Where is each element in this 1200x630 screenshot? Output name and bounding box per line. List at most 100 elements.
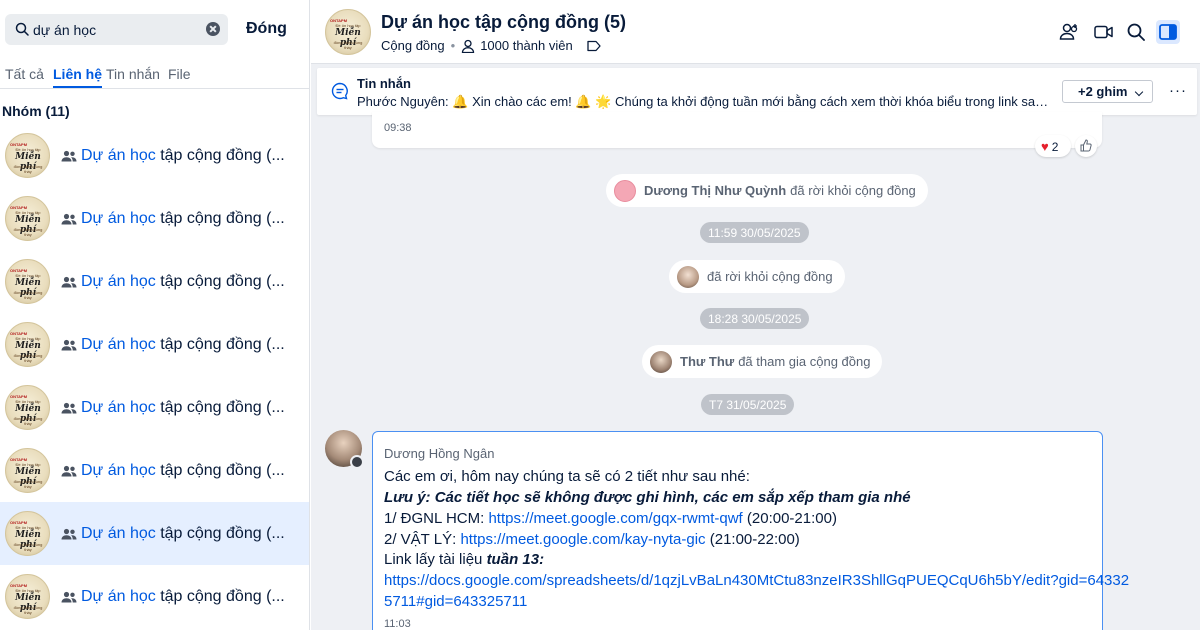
- group-result-item[interactable]: ONTAPM Đề ôn học tập Miễn phí đồng hành cùn…: [0, 502, 309, 565]
- meet-link[interactable]: https://meet.google.com/gqx-rwmt-qwf: [488, 510, 742, 527]
- message-line: 1/ ĐGNL HCM: https://meet.google.com/gqx…: [384, 510, 837, 527]
- avatar[interactable]: [650, 350, 672, 373]
- group-result-name: Dự án học tập cộng đồng (...: [81, 147, 285, 164]
- tab-files[interactable]: File: [168, 66, 191, 82]
- like-button[interactable]: [1075, 135, 1097, 157]
- group-result-item[interactable]: ONTAPM Đề ôn học tập Miễn phí đồng hành cùn…: [0, 376, 309, 439]
- group-avatar[interactable]: ONTAPM Đề ôn học tập Miễn phí đồng hành …: [325, 9, 371, 55]
- tab-messages[interactable]: Tin nhắn: [106, 66, 160, 82]
- clear-search-icon[interactable]: [206, 22, 220, 36]
- document-link[interactable]: https://docs.google.com/spreadsheets/d/1…: [384, 572, 1129, 589]
- event-text: đã rời khỏi cộng đồng: [707, 269, 833, 284]
- group-avatar: ONTAPM Đề ôn học tập Miễn phí đồng hành cùn…: [5, 133, 50, 178]
- member-icon: [462, 39, 475, 53]
- group-icon: [61, 213, 77, 225]
- date-separator: T7 31/05/2025: [701, 394, 795, 415]
- date-separator: 18:28 30/05/2025: [700, 308, 810, 329]
- tab-all[interactable]: Tất cả: [5, 66, 44, 82]
- group-section-heading: Nhóm (11): [2, 103, 70, 119]
- pinned-title: Tin nhắn: [357, 76, 411, 91]
- event-text: đã tham gia cộng đồng: [738, 354, 871, 369]
- chat-title[interactable]: Dự án học tập cộng đồng (5): [381, 12, 626, 33]
- group-avatar: ONTAPM Đề ôn học tập Miễn phí đồng hành cùn…: [5, 259, 50, 304]
- group-result-name: Dự án học tập cộng đồng (...: [81, 462, 285, 479]
- system-event-left: đã rời khỏi cộng đồng: [669, 260, 845, 293]
- group-icon: [61, 528, 77, 540]
- message-line-note: Lưu ý: Các tiết học sẽ không được ghi hì…: [384, 489, 911, 506]
- document-link-cont[interactable]: 5711#gid=643325711: [384, 593, 527, 610]
- chat-subtitle: Cộng đồng • 1000 thành viên: [381, 38, 601, 53]
- system-event-joined: Thư Thư đã tham gia cộng đồng: [642, 345, 883, 378]
- message-sender-name[interactable]: Dương Hồng Ngân: [384, 446, 494, 461]
- group-icon: [61, 591, 77, 603]
- message-line: Link lấy tài liệu tuần 13:: [384, 551, 545, 568]
- group-result-name: Dự án học tập cộng đồng (...: [81, 399, 285, 416]
- group-result-item[interactable]: ONTAPM Đề ôn học tập Miễn phí đồng hành cùn…: [0, 250, 309, 313]
- group-result-item[interactable]: ONTAPM Đề ôn học tập Miễn phí đồng hành cùn…: [0, 439, 309, 502]
- tab-contacts[interactable]: Liên hệ: [53, 66, 103, 88]
- group-icon: [61, 276, 77, 288]
- avatar[interactable]: [614, 179, 636, 202]
- group-icon: [61, 150, 77, 162]
- meet-link[interactable]: https://meet.google.com/kay-nyta-gic: [460, 531, 705, 548]
- add-member-icon[interactable]: [1058, 20, 1082, 44]
- group-icon: [61, 402, 77, 414]
- tag-icon[interactable]: [587, 40, 601, 52]
- pinned-menu-icon[interactable]: ···: [1169, 82, 1187, 99]
- event-user-name[interactable]: Thư Thư: [680, 354, 734, 369]
- group-result-name: Dự án học tập cộng đồng (...: [81, 210, 285, 227]
- system-event-left: Dương Thị Như Quỳnh đã rời khỏi cộng đồn…: [606, 174, 928, 207]
- message-time: 11:03: [384, 618, 411, 630]
- group-icon: [61, 465, 77, 477]
- heart-icon: ♥: [1041, 139, 1049, 154]
- chevron-down-icon: [1134, 87, 1144, 97]
- sender-avatar[interactable]: [325, 430, 364, 469]
- group-result-name: Dự án học tập cộng đồng (...: [81, 588, 285, 605]
- group-result-name: Dự án học tập cộng đồng (...: [81, 336, 285, 353]
- date-separator: 11:59 30/05/2025: [700, 222, 809, 243]
- group-avatar: ONTAPM Đề ôn học tập Miễn phí đồng hành cùn…: [5, 574, 50, 619]
- group-avatar: ONTAPM Đề ôn học tập Miễn phí đồng hành cùn…: [5, 511, 50, 556]
- group-result-item[interactable]: ONTAPM Đề ôn học tập Miễn phí đồng hành cùn…: [0, 187, 309, 250]
- search-row: dự án học Đóng: [5, 14, 305, 46]
- group-result-list: ONTAPM Đề ôn học tập Miễn phí đồng hành cùn…: [0, 124, 309, 628]
- conversation-info-panel-icon[interactable]: [1156, 20, 1180, 44]
- message-bubble-icon: [331, 82, 348, 100]
- group-avatar: ONTAPM Đề ôn học tập Miễn phí đồng hành cùn…: [5, 385, 50, 430]
- group-result-item[interactable]: ONTAPM Đề ôn học tập Miễn phí đồng hành cùn…: [0, 124, 309, 187]
- avatar[interactable]: [677, 265, 699, 288]
- search-icon: [15, 22, 29, 36]
- group-icon: [61, 339, 77, 351]
- message-line: 2/ VẬT LÝ: https://meet.google.com/kay-n…: [384, 531, 800, 548]
- group-avatar: ONTAPM Đề ôn học tập Miễn phí đồng hành cùn…: [5, 322, 50, 367]
- search-in-chat-icon[interactable]: [1124, 20, 1148, 44]
- reaction-badge[interactable]: ♥ 2: [1035, 135, 1071, 157]
- more-pins-button[interactable]: +2 ghim: [1062, 80, 1153, 103]
- message-time: 09:38: [384, 122, 412, 134]
- key-badge-icon: [350, 455, 364, 469]
- chat-header: ONTAPM Đề ôn học tập Miễn phí đồng hành …: [311, 0, 1200, 64]
- message-line: Các em ơi, hôm nay chúng ta sẽ có 2 tiết…: [384, 468, 750, 485]
- search-input[interactable]: dự án học: [5, 14, 228, 45]
- group-avatar: ONTAPM Đề ôn học tập Miễn phí đồng hành cùn…: [5, 196, 50, 241]
- video-call-icon[interactable]: [1092, 20, 1116, 44]
- pinned-message-bar[interactable]: Tin nhắn Phước Nguyên: 🔔 Xin chào các em…: [317, 68, 1197, 115]
- search-input-value: dự án học: [33, 22, 97, 38]
- group-avatar: ONTAPM Đề ôn học tập Miễn phí đồng hành cùn…: [5, 448, 50, 493]
- search-sidebar: dự án học Đóng Tất cả Liên hệ Tin nhắn F…: [0, 0, 310, 630]
- group-result-name: Dự án học tập cộng đồng (...: [81, 273, 285, 290]
- group-result-item[interactable]: ONTAPM Đề ôn học tập Miễn phí đồng hành cùn…: [0, 565, 309, 628]
- message-bubble[interactable]: Dương Hồng Ngân Các em ơi, hôm nay chúng…: [372, 431, 1129, 630]
- search-tabs: Tất cả Liên hệ Tin nhắn File: [0, 64, 309, 89]
- chat-panel: ONTAPM Đề ôn học tập Miễn phí đồng hành …: [311, 0, 1200, 630]
- close-search-button[interactable]: Đóng: [246, 20, 287, 38]
- member-count[interactable]: 1000 thành viên: [480, 38, 573, 53]
- thumbs-up-icon: [1080, 139, 1092, 152]
- community-label: Cộng đồng: [381, 38, 445, 53]
- group-result-item[interactable]: ONTAPM Đề ôn học tập Miễn phí đồng hành cùn…: [0, 313, 309, 376]
- group-result-name: Dự án học tập cộng đồng (...: [81, 525, 285, 542]
- previous-message-bubble[interactable]: 09:38: [372, 112, 1102, 148]
- pinned-preview-text: Phước Nguyên: 🔔 Xin chào các em! 🔔 🌟 Chú…: [357, 94, 1052, 109]
- event-user-name[interactable]: Dương Thị Như Quỳnh: [644, 183, 786, 198]
- event-text: đã rời khỏi cộng đồng: [790, 183, 916, 198]
